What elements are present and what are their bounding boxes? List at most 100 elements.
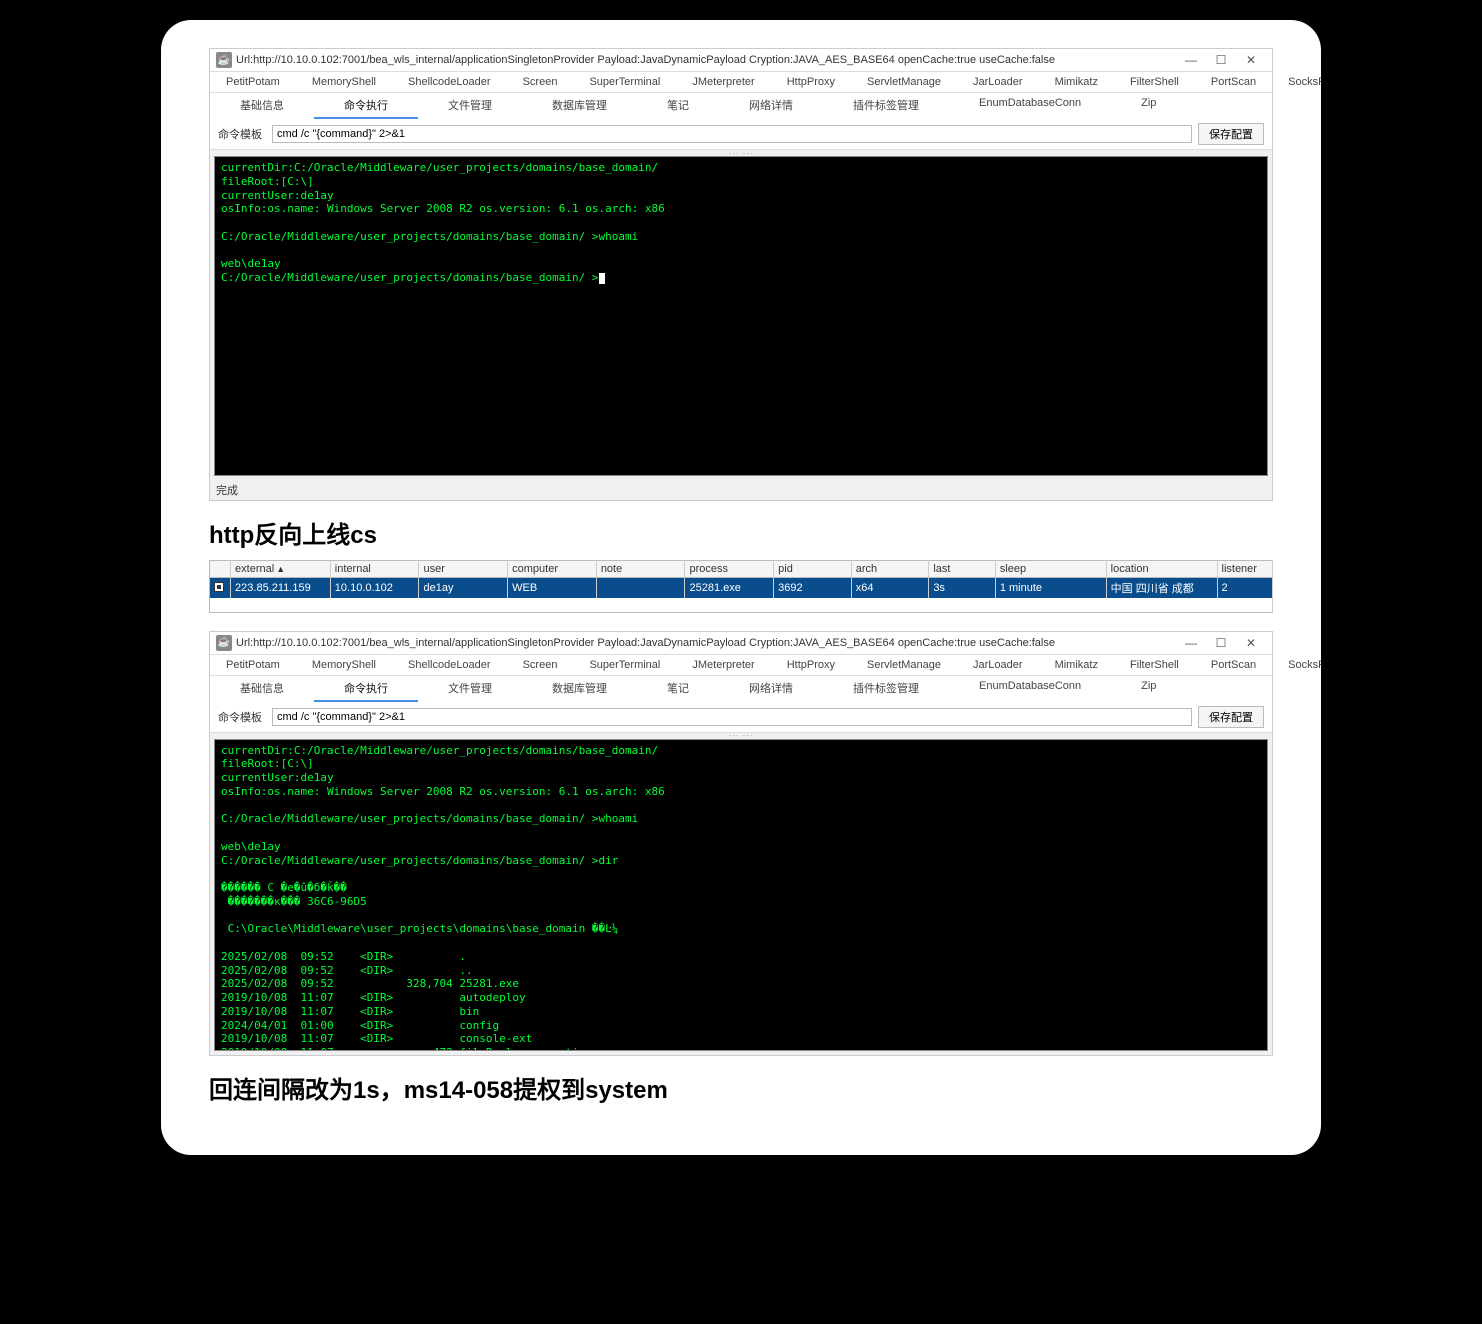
tab-mimikatz[interactable]: Mimikatz	[1039, 655, 1114, 675]
beacon-empty-row	[210, 598, 1273, 612]
tab-screen[interactable]: Screen	[507, 72, 574, 92]
command-template-label: 命令模板	[218, 709, 266, 725]
col-user[interactable]: user	[419, 561, 508, 578]
section-heading-privesc: 回连间隔改为1s，ms14-058提权到system	[209, 1070, 1273, 1105]
tab-portscan[interactable]: PortScan	[1195, 72, 1272, 92]
col-location[interactable]: location	[1106, 561, 1217, 578]
cell-location: 中国 四川省 成都	[1106, 578, 1217, 599]
section-heading-http-cs: http反向上线cs	[209, 515, 1273, 550]
col-icon[interactable]	[210, 561, 231, 578]
subtab-zip[interactable]: Zip	[1111, 676, 1186, 702]
splitter-handle-icon: ··· ···	[728, 731, 753, 740]
cell-listener: 2	[1217, 578, 1273, 599]
sub-tabbar: 基础信息命令执行文件管理数据库管理笔记网络详情插件标签管理EnumDatabas…	[210, 93, 1272, 119]
col-computer[interactable]: computer	[508, 561, 597, 578]
tab-filtershell[interactable]: FilterShell	[1114, 655, 1195, 675]
beacon-icon-cell	[210, 578, 231, 599]
tab-petitpotam[interactable]: PetitPotam	[210, 72, 296, 92]
tab-portscan[interactable]: PortScan	[1195, 655, 1272, 675]
beacon-table[interactable]: external▲internalusercomputernoteprocess…	[209, 560, 1273, 613]
tab-httpproxy[interactable]: HttpProxy	[771, 72, 851, 92]
maximize-button[interactable]: ☐	[1206, 634, 1236, 652]
tab-memoryshell[interactable]: MemoryShell	[296, 72, 392, 92]
window-title: Url:http://10.10.0.102:7001/bea_wls_inte…	[236, 54, 1055, 66]
subtab-命令执行[interactable]: 命令执行	[314, 93, 418, 119]
cell-note	[596, 578, 685, 599]
minimize-button[interactable]: —	[1176, 51, 1206, 69]
tab-petitpotam[interactable]: PetitPotam	[210, 655, 296, 675]
minimize-button[interactable]: —	[1176, 634, 1206, 652]
app-icon: ☕	[216, 52, 232, 68]
subtab-网络详情[interactable]: 网络详情	[719, 676, 823, 702]
tab-jarloader[interactable]: JarLoader	[957, 72, 1039, 92]
cell-external: 223.85.211.159	[231, 578, 331, 599]
terminal-output[interactable]: currentDir:C:/Oracle/Middleware/user_pro…	[214, 739, 1268, 1051]
tab-mimikatz[interactable]: Mimikatz	[1039, 72, 1114, 92]
titlebar[interactable]: ☕ Url:http://10.10.0.102:7001/bea_wls_in…	[210, 632, 1272, 655]
cell-user: de1ay	[419, 578, 508, 599]
col-last[interactable]: last	[929, 561, 996, 578]
tab-screen[interactable]: Screen	[507, 655, 574, 675]
tab-httpproxy[interactable]: HttpProxy	[771, 655, 851, 675]
cell-sleep: 1 minute	[995, 578, 1106, 599]
subtab-基础信息[interactable]: 基础信息	[210, 93, 314, 119]
command-template-input[interactable]	[272, 708, 1192, 726]
subtab-插件标签管理[interactable]: 插件标签管理	[823, 676, 949, 702]
col-pid[interactable]: pid	[774, 561, 852, 578]
tab-servletmanage[interactable]: ServletManage	[851, 72, 957, 92]
tab-memoryshell[interactable]: MemoryShell	[296, 655, 392, 675]
tab-socksproxy[interactable]: SocksProxy	[1272, 655, 1321, 675]
tab-jmeterpreter[interactable]: JMeterpreter	[676, 655, 770, 675]
tab-shellcodeloader[interactable]: ShellcodeLoader	[392, 655, 507, 675]
subtab-网络详情[interactable]: 网络详情	[719, 93, 823, 119]
subtab-笔记[interactable]: 笔记	[637, 676, 719, 702]
maximize-button[interactable]: ☐	[1206, 51, 1236, 69]
cell-computer: WEB	[508, 578, 597, 599]
tab-superterminal[interactable]: SuperTerminal	[573, 72, 676, 92]
tab-filtershell[interactable]: FilterShell	[1114, 72, 1195, 92]
col-arch[interactable]: arch	[851, 561, 929, 578]
cell-arch: x64	[851, 578, 929, 599]
terminal-cursor	[599, 273, 605, 284]
tab-jarloader[interactable]: JarLoader	[957, 655, 1039, 675]
subtab-插件标签管理[interactable]: 插件标签管理	[823, 93, 949, 119]
close-button[interactable]: ✕	[1236, 51, 1266, 69]
tab-superterminal[interactable]: SuperTerminal	[573, 655, 676, 675]
tab-jmeterpreter[interactable]: JMeterpreter	[676, 72, 770, 92]
cell-process: 25281.exe	[685, 578, 774, 599]
subtab-笔记[interactable]: 笔记	[637, 93, 719, 119]
command-template-input[interactable]	[272, 125, 1192, 143]
cell-internal: 10.10.0.102	[330, 578, 419, 599]
subtab-命令执行[interactable]: 命令执行	[314, 676, 418, 702]
window-controls: — ☐ ✕	[1176, 634, 1266, 652]
subtab-基础信息[interactable]: 基础信息	[210, 676, 314, 702]
save-config-button[interactable]: 保存配置	[1198, 706, 1264, 728]
col-listener[interactable]: listener	[1217, 561, 1273, 578]
sort-asc-icon: ▲	[276, 564, 285, 574]
subtab-数据库管理[interactable]: 数据库管理	[522, 676, 637, 702]
save-config-button[interactable]: 保存配置	[1198, 123, 1264, 145]
subtab-文件管理[interactable]: 文件管理	[418, 93, 522, 119]
tab-shellcodeloader[interactable]: ShellcodeLoader	[392, 72, 507, 92]
titlebar[interactable]: ☕ Url:http://10.10.0.102:7001/bea_wls_in…	[210, 49, 1272, 72]
col-process[interactable]: process	[685, 561, 774, 578]
col-external[interactable]: external▲	[231, 561, 331, 578]
subtab-enumdatabaseconn[interactable]: EnumDatabaseConn	[949, 93, 1111, 119]
tab-servletmanage[interactable]: ServletManage	[851, 655, 957, 675]
cell-last: 3s	[929, 578, 996, 599]
tab-socksproxy[interactable]: SocksProxy	[1272, 72, 1321, 92]
subtab-文件管理[interactable]: 文件管理	[418, 676, 522, 702]
subtab-enumdatabaseconn[interactable]: EnumDatabaseConn	[949, 676, 1111, 702]
close-button[interactable]: ✕	[1236, 634, 1266, 652]
col-note[interactable]: note	[596, 561, 685, 578]
beacon-row-selected[interactable]: 223.85.211.15910.10.0.102de1ayWEB 25281.e…	[210, 578, 1273, 599]
godzilla-window-2: ☕ Url:http://10.10.0.102:7001/bea_wls_in…	[209, 631, 1273, 1056]
subtab-数据库管理[interactable]: 数据库管理	[522, 93, 637, 119]
subtab-zip[interactable]: Zip	[1111, 93, 1186, 119]
beacon-host-icon	[214, 582, 224, 592]
terminal-output[interactable]: currentDir:C:/Oracle/Middleware/user_pro…	[214, 156, 1268, 476]
window-title: Url:http://10.10.0.102:7001/bea_wls_inte…	[236, 637, 1055, 649]
col-sleep[interactable]: sleep	[995, 561, 1106, 578]
sub-tabbar: 基础信息命令执行文件管理数据库管理笔记网络详情插件标签管理EnumDatabas…	[210, 676, 1272, 702]
col-internal[interactable]: internal	[330, 561, 419, 578]
